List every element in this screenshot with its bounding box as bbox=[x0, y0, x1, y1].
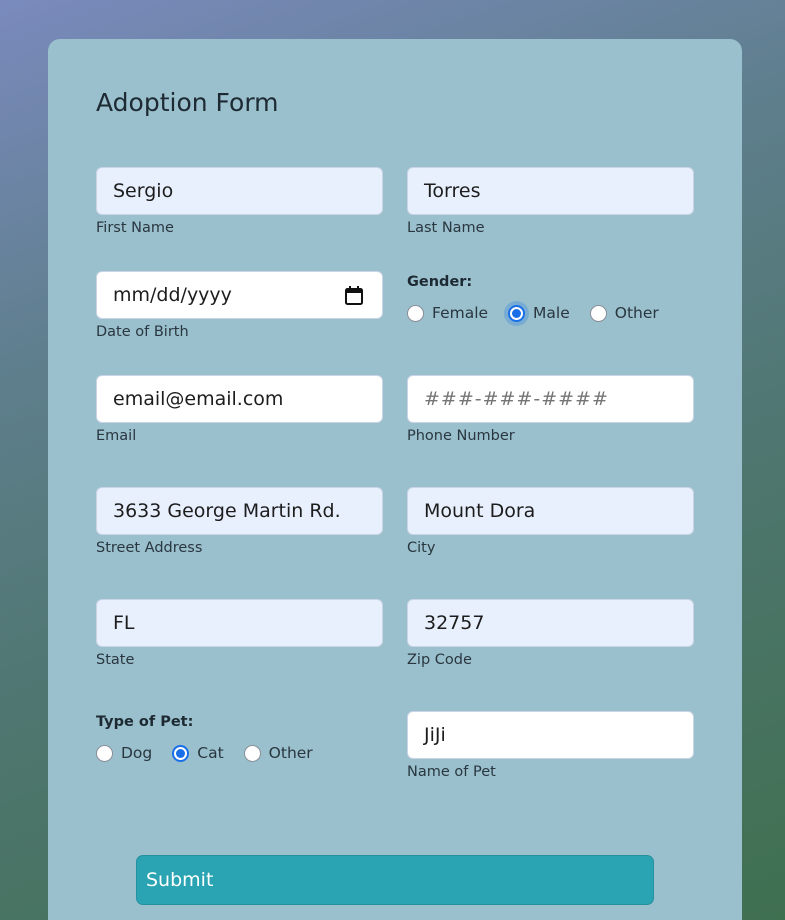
pet-radio-cat[interactable] bbox=[172, 744, 190, 762]
state-label: State bbox=[96, 652, 135, 668]
adoption-form-card: Adoption Form Sergio First Name Torres L… bbox=[48, 39, 742, 920]
gender-radio-other[interactable] bbox=[589, 304, 607, 322]
submit-button[interactable]: Submit bbox=[136, 855, 654, 905]
street-group: 3633 George Martin Rd. Street Address bbox=[96, 487, 383, 556]
street-input[interactable]: 3633 George Martin Rd. bbox=[96, 487, 383, 535]
gender-title: Gender: bbox=[407, 274, 473, 290]
phone-placeholder: ###-###-#### bbox=[424, 388, 609, 410]
state-group: FL State bbox=[96, 599, 383, 668]
gender-radio-male[interactable] bbox=[508, 304, 526, 322]
phone-input[interactable]: ###-###-#### bbox=[407, 375, 694, 423]
gender-radios: Female Male Other bbox=[407, 304, 694, 322]
state-input[interactable]: FL bbox=[96, 599, 383, 647]
last-name-label: Last Name bbox=[407, 220, 485, 236]
zip-group: 32757 Zip Code bbox=[407, 599, 694, 668]
dob-label: Date of Birth bbox=[96, 324, 189, 340]
zip-value: 32757 bbox=[424, 612, 485, 634]
email-input[interactable]: email@email.com bbox=[96, 375, 383, 423]
city-value: Mount Dora bbox=[424, 500, 536, 522]
email-value: email@email.com bbox=[113, 388, 284, 410]
first-name-value: Sergio bbox=[113, 180, 174, 202]
last-name-value: Torres bbox=[424, 180, 481, 202]
first-name-label: First Name bbox=[96, 220, 174, 236]
gender-option-female[interactable]: Female bbox=[407, 304, 488, 322]
pet-label-cat: Cat bbox=[197, 744, 224, 762]
gender-option-male[interactable]: Male bbox=[508, 304, 570, 322]
state-value: FL bbox=[113, 612, 135, 634]
street-label: Street Address bbox=[96, 540, 203, 556]
pet-option-other[interactable]: Other bbox=[243, 744, 313, 762]
first-name-input[interactable]: Sergio bbox=[96, 167, 383, 215]
pet-name-group: JiJi Name of Pet bbox=[407, 711, 694, 780]
pet-type-group: Type of Pet: Dog Cat Other bbox=[96, 714, 383, 762]
street-value: 3633 George Martin Rd. bbox=[113, 500, 341, 522]
form-title: Adoption Form bbox=[96, 88, 279, 117]
dob-group: mm/dd/yyyy Date of Birth bbox=[96, 271, 383, 340]
pet-label-dog: Dog bbox=[121, 744, 153, 762]
pet-label-other: Other bbox=[268, 744, 313, 762]
zip-label: Zip Code bbox=[407, 652, 472, 668]
zip-input[interactable]: 32757 bbox=[407, 599, 694, 647]
pet-name-input[interactable]: JiJi bbox=[407, 711, 694, 759]
pet-option-cat[interactable]: Cat bbox=[172, 744, 224, 762]
phone-label: Phone Number bbox=[407, 428, 515, 444]
city-group: Mount Dora City bbox=[407, 487, 694, 556]
email-group: email@email.com Email bbox=[96, 375, 383, 444]
phone-group: ###-###-#### Phone Number bbox=[407, 375, 694, 444]
gender-label-female: Female bbox=[432, 304, 489, 322]
last-name-group: Torres Last Name bbox=[407, 167, 694, 236]
pet-radio-other[interactable] bbox=[243, 744, 261, 762]
first-name-group: Sergio First Name bbox=[96, 167, 383, 236]
gender-group: Gender: Female Male Other bbox=[407, 274, 694, 322]
pet-radio-dog[interactable] bbox=[96, 744, 113, 762]
email-label: Email bbox=[96, 428, 137, 444]
city-input[interactable]: Mount Dora bbox=[407, 487, 694, 535]
city-label: City bbox=[407, 540, 436, 556]
pet-option-dog[interactable]: Dog bbox=[96, 744, 152, 762]
gender-label-other: Other bbox=[614, 304, 659, 322]
last-name-input[interactable]: Torres bbox=[407, 167, 694, 215]
pet-type-title: Type of Pet: bbox=[96, 714, 194, 730]
pet-type-radios: Dog Cat Other bbox=[96, 744, 383, 762]
dob-input[interactable]: mm/dd/yyyy bbox=[96, 271, 383, 319]
gender-label-male: Male bbox=[533, 304, 570, 322]
dob-placeholder: mm/dd/yyyy bbox=[113, 284, 232, 306]
pet-name-value: JiJi bbox=[424, 724, 446, 746]
gender-option-other[interactable]: Other bbox=[589, 304, 659, 322]
pet-name-label: Name of Pet bbox=[407, 764, 496, 780]
gender-radio-female[interactable] bbox=[407, 304, 424, 322]
calendar-icon[interactable] bbox=[345, 286, 363, 305]
